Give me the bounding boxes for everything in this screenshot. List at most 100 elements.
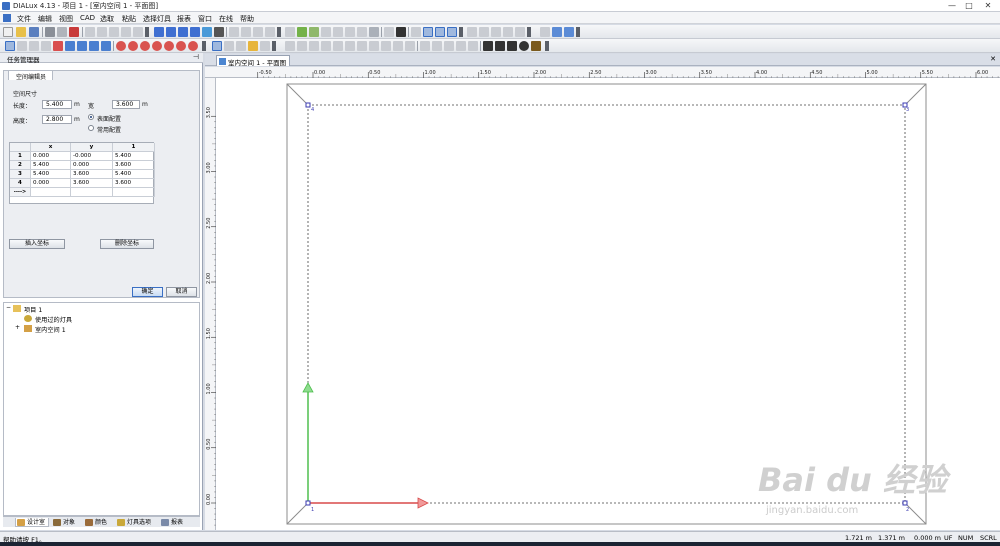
tool-icon[interactable]: [468, 41, 478, 51]
y-axis-arrow-icon[interactable]: [302, 382, 314, 393]
delete-coordinate-button[interactable]: 删除坐标: [100, 239, 154, 249]
furniture-icon[interactable]: [309, 27, 319, 37]
tab-reports[interactable]: 报表: [160, 518, 192, 527]
curve-icon[interactable]: [507, 41, 517, 51]
tool-icon[interactable]: [384, 27, 394, 37]
redo-icon[interactable]: [133, 27, 143, 37]
toolbar-grip[interactable]: [576, 27, 580, 37]
toolbar-grip[interactable]: [145, 27, 149, 37]
raytrace-icon[interactable]: [214, 27, 224, 37]
vertex-handle[interactable]: [305, 102, 311, 108]
menu-select[interactable]: 选取: [100, 14, 114, 24]
tool-icon[interactable]: [345, 27, 355, 37]
print-icon[interactable]: [45, 27, 55, 37]
tool-icon[interactable]: [101, 41, 111, 51]
grid-cell[interactable]: 3.600: [71, 170, 113, 179]
tool-icon[interactable]: [65, 41, 75, 51]
grayscale-icon[interactable]: [423, 27, 433, 37]
tool-icon[interactable]: [503, 27, 513, 37]
tool-icon[interactable]: [432, 41, 442, 51]
grid-header-y[interactable]: y: [71, 143, 113, 152]
tool-icon[interactable]: [29, 41, 39, 51]
insert-coordinate-button[interactable]: 插入坐标: [9, 239, 65, 249]
polyline-icon[interactable]: [495, 41, 505, 51]
radio-common[interactable]: [88, 125, 94, 131]
height-field[interactable]: 2.800: [42, 115, 72, 124]
grid-row-number[interactable]: 4: [10, 179, 31, 188]
tool-icon[interactable]: [369, 41, 379, 51]
grid-cell[interactable]: -0.000: [71, 152, 113, 161]
grid-cell[interactable]: 3.600: [113, 179, 155, 188]
new-icon[interactable]: [3, 27, 13, 37]
zoom-icon[interactable]: [224, 41, 234, 51]
grid-row-number[interactable]: 2: [10, 161, 31, 170]
tab-luminaire-selection[interactable]: 灯具选项: [116, 518, 158, 527]
tool-icon[interactable]: [309, 41, 319, 51]
tool-icon[interactable]: [405, 41, 415, 51]
pointer-icon[interactable]: [212, 41, 222, 51]
tool-icon[interactable]: [393, 41, 403, 51]
tool-icon[interactable]: [321, 41, 331, 51]
tool-icon[interactable]: [333, 27, 343, 37]
tool-icon[interactable]: [152, 41, 162, 51]
tool-icon[interactable]: [467, 27, 477, 37]
tool-icon[interactable]: [540, 27, 550, 37]
tool-icon[interactable]: [531, 41, 541, 51]
menu-select-luminaire[interactable]: 选择灯具: [143, 14, 171, 24]
tool-icon[interactable]: [176, 41, 186, 51]
value-chart-icon[interactable]: [447, 27, 457, 37]
tool-icon[interactable]: [491, 27, 501, 37]
undo-icon[interactable]: [121, 27, 131, 37]
tab-colors[interactable]: 颜色: [84, 518, 114, 527]
width-field[interactable]: 3.600: [112, 100, 140, 109]
front-view-icon[interactable]: [190, 27, 200, 37]
tool-icon[interactable]: [357, 27, 367, 37]
menu-help[interactable]: 帮助: [240, 14, 254, 24]
tool-icon[interactable]: [357, 41, 367, 51]
side-view-icon[interactable]: [178, 27, 188, 37]
grid-cell[interactable]: 5.400: [31, 161, 71, 170]
grid-cell[interactable]: 3.600: [113, 161, 155, 170]
tool-icon[interactable]: [17, 41, 27, 51]
toolbar-grip[interactable]: [527, 27, 531, 37]
tool-icon[interactable]: [515, 27, 525, 37]
tab-floor-plan[interactable]: 室内空间 1 - 平面图: [216, 55, 290, 67]
save-icon[interactable]: [29, 27, 39, 37]
close-button[interactable]: ✕: [982, 1, 994, 11]
tool-icon[interactable]: [236, 41, 246, 51]
rotate-icon[interactable]: [253, 27, 263, 37]
minimize-button[interactable]: —: [946, 1, 958, 11]
copy-icon[interactable]: [97, 27, 107, 37]
close-document-icon[interactable]: ✕: [990, 55, 996, 63]
tool-icon[interactable]: [456, 41, 466, 51]
grid-cell[interactable]: [31, 188, 71, 197]
menu-online[interactable]: 在线: [219, 14, 233, 24]
cut-icon[interactable]: [85, 27, 95, 37]
tool-icon[interactable]: [128, 41, 138, 51]
3d-view-icon[interactable]: [154, 27, 164, 37]
grid-cell[interactable]: 0.000: [31, 152, 71, 161]
tool-icon[interactable]: [479, 27, 489, 37]
tool-icon[interactable]: [41, 41, 51, 51]
window-icon[interactable]: [552, 27, 562, 37]
vertex-handle[interactable]: [305, 500, 311, 506]
toolbar-grip[interactable]: [277, 27, 281, 37]
grid-header-x[interactable]: x: [31, 143, 71, 152]
tool-icon[interactable]: [444, 41, 454, 51]
circle-icon[interactable]: [519, 41, 529, 51]
grid-cell[interactable]: 5.400: [113, 170, 155, 179]
grid-row-number[interactable]: 1: [10, 152, 31, 161]
tool-icon[interactable]: [345, 41, 355, 51]
tool-icon[interactable]: [164, 41, 174, 51]
line-icon[interactable]: [483, 41, 493, 51]
cancel-button[interactable]: 取消: [166, 287, 197, 297]
select-mode-icon[interactable]: [5, 41, 15, 51]
pdf-icon[interactable]: [69, 27, 79, 37]
false-color-icon[interactable]: [435, 27, 445, 37]
toolbar-grip[interactable]: [459, 27, 463, 37]
select-icon[interactable]: [285, 27, 295, 37]
floor-plan-icon[interactable]: [166, 27, 176, 37]
tree-item-room[interactable]: 室内空间 1: [35, 325, 66, 334]
tool-icon[interactable]: [116, 41, 126, 51]
luminaire-icon[interactable]: [396, 27, 406, 37]
